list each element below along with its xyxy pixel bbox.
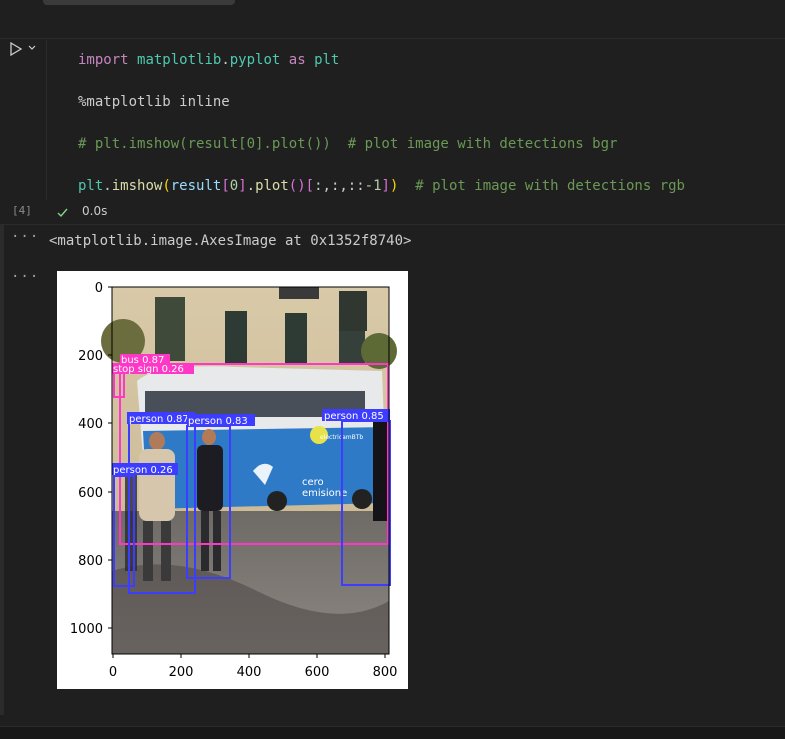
execution-time: 0.0s (82, 204, 108, 218)
code-line-4: plt.imshow(result[0].plot()[:,:,::-1]) #… (78, 178, 685, 194)
toolbar-remnant (43, 0, 235, 5)
chevron-down-icon[interactable] (27, 43, 37, 53)
detection-label: person 0.26 (113, 465, 173, 476)
y-tick: 600 (78, 486, 103, 501)
detection-label: person 0.83 (188, 416, 248, 427)
x-axis: 0 200 400 600 800 (109, 654, 398, 680)
bus-text-cero: cero (302, 477, 324, 488)
check-icon (57, 208, 68, 218)
output-text: <matplotlib.image.AxesImage at 0x1352f87… (49, 233, 412, 249)
x-tick: 800 (373, 665, 398, 680)
y-tick: 400 (78, 417, 103, 432)
x-tick: 400 (237, 665, 262, 680)
execution-count: [4] (12, 204, 32, 217)
more-icon[interactable]: ··· (11, 269, 39, 285)
output-figure: cero emisione electricamBTb bus 0.87 sto… (57, 271, 408, 689)
x-tick: 200 (169, 665, 194, 680)
y-tick: 800 (78, 554, 103, 569)
more-icon[interactable]: ··· (11, 229, 39, 245)
detection-label: stop sign 0.26 (113, 364, 184, 375)
y-tick: 0 (95, 281, 103, 296)
detection-label: person 0.87 (129, 414, 189, 425)
bus-text-emisione: emisione (302, 488, 347, 499)
code-line-2: %matplotlib inline (78, 94, 230, 110)
y-tick: 1000 (70, 622, 103, 637)
play-icon[interactable] (8, 41, 24, 57)
output-rail (0, 225, 4, 715)
y-tick: 200 (78, 349, 103, 364)
code-line-3: # plt.imshow(result[0].plot()) # plot im… (78, 136, 618, 152)
detection-label: person 0.85 (324, 411, 384, 422)
code-line-1: import matplotlib.pyplot as plt (78, 52, 340, 68)
plot-svg: cero emisione electricamBTb bus 0.87 sto… (70, 281, 398, 680)
x-tick: 0 (109, 665, 117, 680)
code-editor[interactable]: import matplotlib.pyplot as plt %matplot… (46, 40, 785, 200)
status-strip (0, 726, 785, 739)
x-tick: 600 (305, 665, 330, 680)
